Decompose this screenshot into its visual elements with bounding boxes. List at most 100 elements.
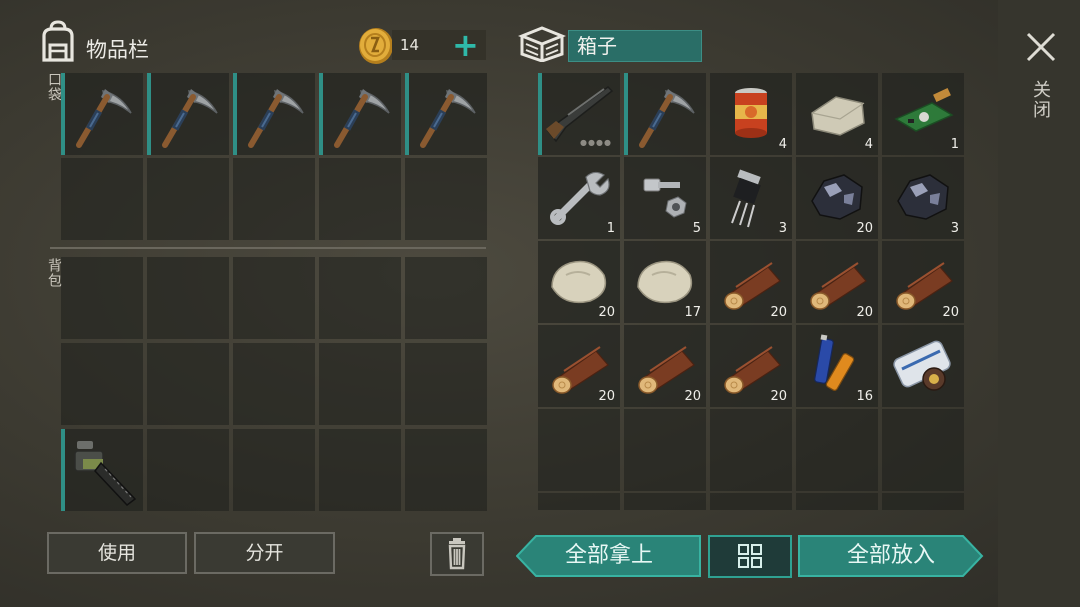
empty-slot[interactable] xyxy=(319,343,401,425)
item-quantity: 5 xyxy=(692,221,701,236)
inventory-title: 物品栏 xyxy=(86,38,149,62)
inventory-slot[interactable] xyxy=(61,73,143,155)
inventory-slot[interactable]: 4 xyxy=(796,73,878,155)
inventory-slot[interactable]: 1 xyxy=(538,157,620,239)
coin-count: 14 xyxy=(400,36,420,54)
take-all-button[interactable]: 全部拿上 xyxy=(516,535,702,577)
item-quantity: 4 xyxy=(864,137,873,152)
inventory-slot[interactable]: ●●●● xyxy=(538,73,620,155)
ammo-dots: ●●●● xyxy=(580,138,612,147)
close-label[interactable]: 关闭 xyxy=(1030,80,1051,120)
pickaxe-icon xyxy=(420,89,476,148)
inventory-slot[interactable]: 5 xyxy=(624,157,706,239)
put-all-label: 全部放入 xyxy=(846,543,935,568)
inventory-slot[interactable]: 20 xyxy=(624,325,706,407)
empty-slot[interactable] xyxy=(882,409,964,491)
inventory-slot[interactable]: 3 xyxy=(710,157,792,239)
pickaxe-icon xyxy=(76,89,132,148)
empty-slot[interactable] xyxy=(319,429,401,511)
backpack-icon xyxy=(42,20,74,62)
inventory-slot[interactable] xyxy=(319,73,401,155)
empty-slot[interactable] xyxy=(405,429,487,511)
empty-slot[interactable] xyxy=(796,493,878,510)
inventory-slot[interactable]: 3 xyxy=(882,157,964,239)
pickaxe-icon xyxy=(162,89,218,148)
inventory-slot[interactable] xyxy=(61,429,143,511)
inventory-slot[interactable]: 20 xyxy=(796,241,878,323)
pocket-label: 口袋 xyxy=(46,72,62,102)
inventory-slot[interactable]: 20 xyxy=(710,241,792,323)
inventory-slot[interactable]: 1 xyxy=(882,73,964,155)
empty-slot[interactable] xyxy=(61,257,143,339)
empty-slot[interactable] xyxy=(233,429,315,511)
empty-slot[interactable] xyxy=(147,257,229,339)
empty-slot[interactable] xyxy=(624,409,706,491)
empty-slot[interactable] xyxy=(538,409,620,491)
put-all-button[interactable]: 全部放入 xyxy=(798,535,984,577)
empty-slot[interactable] xyxy=(61,343,143,425)
empty-slot[interactable] xyxy=(147,343,229,425)
empty-slot[interactable] xyxy=(538,493,620,510)
item-quantity: 3 xyxy=(950,221,959,236)
item-quantity: 20 xyxy=(684,389,701,404)
pickaxe-icon xyxy=(248,89,304,148)
item-quantity: 4 xyxy=(778,137,787,152)
empty-slot[interactable] xyxy=(61,158,143,240)
take-all-label: 全部拿上 xyxy=(564,543,653,568)
item-quantity: 20 xyxy=(770,305,787,320)
close-icon[interactable] xyxy=(1024,30,1058,64)
item-quantity: 17 xyxy=(684,305,701,320)
empty-slot[interactable] xyxy=(233,257,315,339)
inventory-slot[interactable]: 20 xyxy=(710,325,792,407)
pickaxe-icon xyxy=(334,89,390,148)
empty-slot[interactable] xyxy=(405,158,487,240)
inventory-slot[interactable] xyxy=(233,73,315,155)
inventory-slot[interactable] xyxy=(624,73,706,155)
empty-slot[interactable] xyxy=(147,429,229,511)
item-quantity: 1 xyxy=(606,221,615,236)
item-quantity: 20 xyxy=(856,221,873,236)
inventory-slot[interactable] xyxy=(882,325,964,407)
trash-icon xyxy=(448,538,466,570)
empty-slot[interactable] xyxy=(233,343,315,425)
inventory-slot[interactable]: 4 xyxy=(710,73,792,155)
item-quantity: 20 xyxy=(856,305,873,320)
container-name-field[interactable]: 箱子 xyxy=(568,30,702,62)
empty-slot[interactable] xyxy=(882,493,964,510)
empty-slot[interactable] xyxy=(319,158,401,240)
add-coins-button[interactable]: + xyxy=(452,29,479,61)
section-divider xyxy=(50,247,486,249)
empty-slot[interactable] xyxy=(796,409,878,491)
item-quantity: 1 xyxy=(950,137,959,152)
inventory-slot[interactable]: 16 xyxy=(796,325,878,407)
sort-button[interactable] xyxy=(708,535,792,578)
empty-slot[interactable] xyxy=(319,257,401,339)
item-quantity: 16 xyxy=(856,389,873,404)
split-button[interactable]: 分开 xyxy=(194,532,335,574)
item-quantity: 20 xyxy=(598,389,615,404)
item-quantity: 20 xyxy=(942,305,959,320)
box-icon xyxy=(518,26,566,62)
use-button[interactable]: 使用 xyxy=(47,532,187,574)
inventory-slot[interactable]: 20 xyxy=(538,325,620,407)
backpack-label: 背包 xyxy=(46,258,62,288)
empty-slot[interactable] xyxy=(233,158,315,240)
inventory-slot[interactable]: 17 xyxy=(624,241,706,323)
trash-button[interactable] xyxy=(430,532,484,576)
inventory-slot[interactable]: 20 xyxy=(882,241,964,323)
inventory-slot[interactable] xyxy=(147,73,229,155)
item-quantity: 3 xyxy=(778,221,787,236)
chainsaw-icon xyxy=(74,441,137,507)
empty-slot[interactable] xyxy=(405,343,487,425)
coin-icon xyxy=(359,28,393,64)
empty-slot[interactable] xyxy=(710,409,792,491)
empty-slot[interactable] xyxy=(147,158,229,240)
pickaxe-icon xyxy=(639,89,695,148)
empty-slot[interactable] xyxy=(710,493,792,510)
item-quantity: 20 xyxy=(770,389,787,404)
inventory-slot[interactable]: 20 xyxy=(796,157,878,239)
empty-slot[interactable] xyxy=(405,257,487,339)
inventory-slot[interactable]: 20 xyxy=(538,241,620,323)
empty-slot[interactable] xyxy=(624,493,706,510)
inventory-slot[interactable] xyxy=(405,73,487,155)
